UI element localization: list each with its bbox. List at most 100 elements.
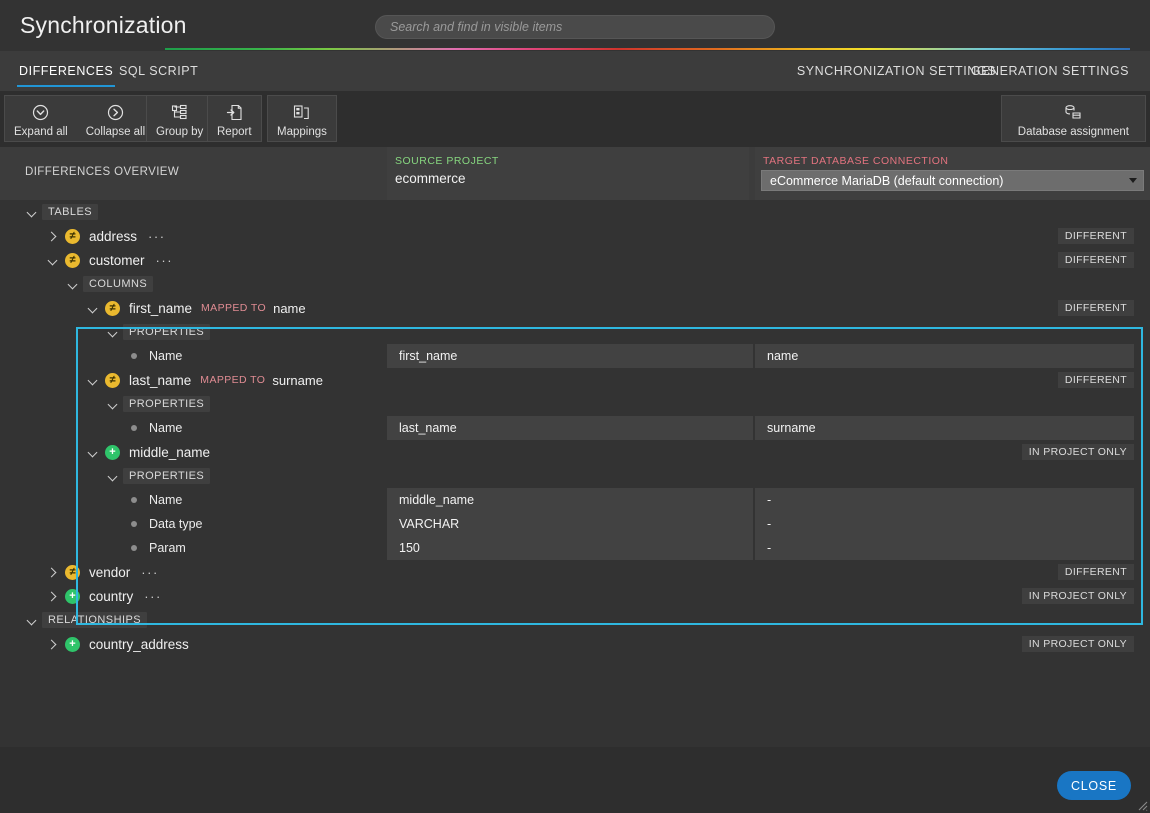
chevron-down-icon[interactable] [46, 254, 59, 267]
tables-group-label: TABLES [42, 204, 99, 220]
status-badge: IN PROJECT ONLY [1021, 444, 1134, 460]
status-added-icon: + [65, 636, 80, 652]
tab-differences[interactable]: DIFFERENCES [17, 51, 116, 91]
property-target-value: - [755, 488, 1134, 512]
chevron-down-icon[interactable] [25, 206, 38, 219]
tab-sql-script[interactable]: SQL SCRIPT [117, 51, 200, 91]
chevron-down-icon[interactable] [86, 374, 99, 387]
property-source-value: first_name [387, 344, 753, 368]
mapped-to-target: name [273, 300, 306, 316]
node-label: country_address [89, 636, 189, 652]
database-assignment-icon [1064, 100, 1083, 124]
status-different-icon: ≠ [105, 372, 120, 388]
group-by-label: Group by [156, 126, 204, 138]
close-button[interactable]: CLOSE [1057, 771, 1131, 800]
status-badge: DIFFERENT [1057, 228, 1134, 244]
chevron-down-icon[interactable] [66, 278, 79, 291]
source-project-value: ecommerce [395, 171, 466, 186]
status-badge: DIFFERENT [1057, 564, 1134, 580]
chevron-down-icon[interactable] [106, 326, 119, 339]
tree-node-first-name[interactable]: ≠ first_name MAPPED TO name DIFFERENT [0, 296, 1150, 320]
tree-node-country[interactable]: + country ··· IN PROJECT ONLY [0, 584, 1150, 608]
tree-group-relationships[interactable]: RELATIONSHIPS [0, 608, 1150, 632]
node-label: first_name [129, 300, 193, 316]
bullet-icon [131, 425, 137, 431]
report-icon [226, 100, 243, 124]
property-target-value: - [755, 536, 1134, 560]
collapse-all-button[interactable]: Collapse all [77, 96, 154, 141]
search-input[interactable] [376, 16, 774, 38]
chevron-right-icon[interactable] [46, 638, 59, 651]
property-label: Data type [149, 517, 203, 531]
columns-group-label: COLUMNS [83, 276, 154, 292]
node-more-icon[interactable]: ··· [156, 253, 174, 268]
rainbow-divider [165, 48, 1130, 50]
chevron-down-icon[interactable] [86, 446, 99, 459]
tree-group-tables[interactable]: TABLES [0, 200, 1150, 224]
property-label: Name [149, 421, 183, 435]
property-label: Param [149, 541, 186, 555]
tree-group-properties[interactable]: PROPERTIES [0, 320, 1150, 344]
bullet-icon [131, 545, 137, 551]
mapped-to-target: surname [272, 372, 323, 388]
status-badge: DIFFERENT [1057, 252, 1134, 268]
property-target-value: surname [755, 416, 1134, 440]
node-label: middle_name [129, 444, 211, 460]
resize-grip-icon[interactable] [1136, 799, 1148, 811]
mappings-button[interactable]: Mappings [268, 96, 336, 141]
tree-node-last-name[interactable]: ≠ last_name MAPPED TO surname DIFFERENT [0, 368, 1150, 392]
chevron-down-icon[interactable] [106, 470, 119, 483]
tab-bar: DIFFERENCES SQL SCRIPT SYNCHRONIZATION S… [0, 51, 1150, 91]
property-row-name[interactable]: Name last_name surname [0, 416, 1150, 440]
properties-group-label: PROPERTIES [123, 396, 211, 412]
tab-generation-settings[interactable]: GENERATION SETTINGS [969, 51, 1131, 91]
chevron-down-icon[interactable] [25, 614, 38, 627]
status-different-icon: ≠ [65, 228, 80, 244]
database-assignment-button[interactable]: Database assignment [1002, 96, 1145, 141]
node-label: address [89, 228, 138, 244]
expand-all-button[interactable]: Expand all [5, 96, 77, 141]
chevron-down-icon[interactable] [106, 398, 119, 411]
mapped-to-label: MAPPED TO [200, 374, 266, 386]
node-more-icon[interactable]: ··· [141, 565, 159, 580]
status-different-icon: ≠ [105, 300, 120, 316]
tree-node-vendor[interactable]: ≠ vendor ··· DIFFERENT [0, 560, 1150, 584]
tree-group-columns[interactable]: COLUMNS [0, 272, 1150, 296]
target-database-caption: TARGET DATABASE CONNECTION [763, 155, 949, 167]
chevron-down-icon [1129, 178, 1137, 183]
report-button[interactable]: Report [208, 96, 261, 141]
node-more-icon[interactable]: ··· [144, 589, 162, 604]
node-label: customer [89, 252, 145, 268]
toolbar-group-report: Report [207, 95, 262, 142]
status-badge: IN PROJECT ONLY [1021, 588, 1134, 604]
tree-node-middle-name[interactable]: + middle_name IN PROJECT ONLY [0, 440, 1150, 464]
synchronization-window: Synchronization DIFFERENCES SQL SCRIPT S… [0, 0, 1150, 813]
target-database-select[interactable]: eCommerce MariaDB (default connection) [761, 170, 1144, 191]
property-row-param[interactable]: Param 150 - [0, 536, 1150, 560]
tree-group-properties[interactable]: PROPERTIES [0, 392, 1150, 416]
tree-group-properties[interactable]: PROPERTIES [0, 464, 1150, 488]
node-label: vendor [89, 564, 131, 580]
property-label: Name [149, 493, 183, 507]
group-by-button[interactable]: Group by [147, 96, 212, 141]
relationships-group-label: RELATIONSHIPS [42, 612, 148, 628]
collapse-all-label: Collapse all [85, 126, 146, 138]
chevron-down-icon[interactable] [86, 302, 99, 315]
chevron-right-icon[interactable] [46, 566, 59, 579]
page-title: Synchronization [20, 12, 187, 38]
properties-group-label: PROPERTIES [123, 324, 211, 340]
property-row-name[interactable]: Name first_name name [0, 344, 1150, 368]
tab-synchronization-settings[interactable]: SYNCHRONIZATION SETTINGS [795, 51, 998, 91]
differences-tree[interactable]: TABLES ≠ address ··· DIFFERENT ≠ custome… [0, 200, 1150, 747]
source-project-panel: SOURCE PROJECT ecommerce [387, 147, 749, 200]
tree-node-country-address[interactable]: + country_address IN PROJECT ONLY [0, 632, 1150, 656]
property-row-name[interactable]: Name middle_name - [0, 488, 1150, 512]
property-row-data-type[interactable]: Data type VARCHAR - [0, 512, 1150, 536]
tree-node-address[interactable]: ≠ address ··· DIFFERENT [0, 224, 1150, 248]
search-box[interactable] [375, 15, 775, 39]
toolbar: Expand all Collapse all Group by Report … [0, 91, 1150, 147]
tree-node-customer[interactable]: ≠ customer ··· DIFFERENT [0, 248, 1150, 272]
node-more-icon[interactable]: ··· [148, 229, 166, 244]
chevron-right-icon[interactable] [46, 230, 59, 243]
chevron-right-icon[interactable] [46, 590, 59, 603]
